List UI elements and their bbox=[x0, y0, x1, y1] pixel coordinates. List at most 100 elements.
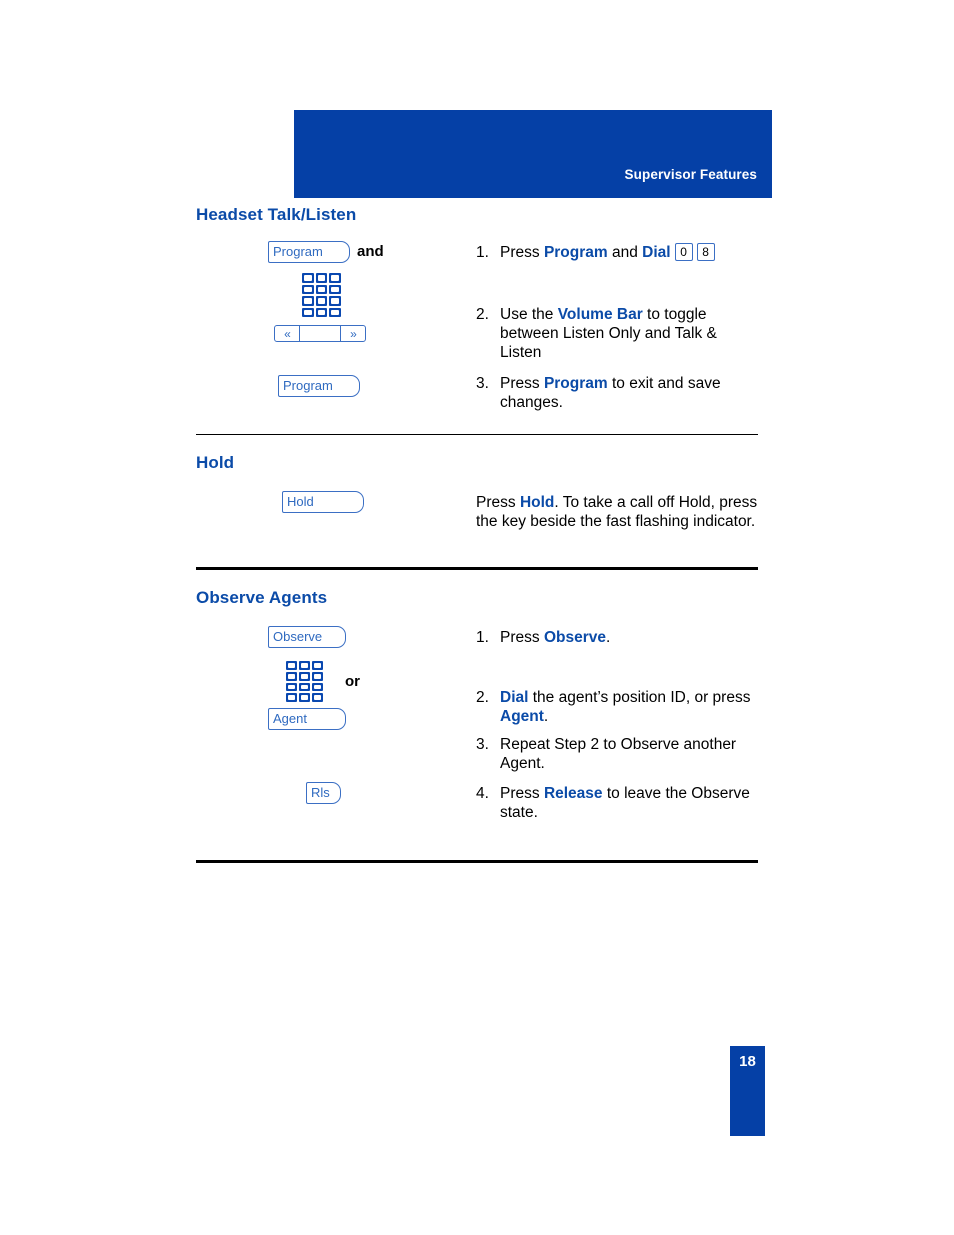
volume-bar-icon[interactable]: « » bbox=[274, 325, 366, 342]
keypad-key bbox=[312, 682, 323, 692]
hold-key[interactable]: Hold bbox=[282, 491, 364, 513]
keypad-key bbox=[329, 296, 341, 306]
section-divider-3 bbox=[196, 860, 758, 863]
step-number: 3. bbox=[476, 375, 489, 392]
step-number: 4. bbox=[476, 785, 489, 802]
keypad-key bbox=[329, 273, 341, 283]
keypad-key bbox=[299, 671, 310, 681]
header-banner: Supervisor Features bbox=[294, 110, 772, 198]
keypad-key bbox=[312, 661, 323, 670]
keypad-key bbox=[299, 693, 310, 702]
keypad-key bbox=[299, 661, 310, 670]
step-text-fragment-bold: Program bbox=[543, 244, 608, 261]
page-number-tab: 18 bbox=[730, 1046, 765, 1136]
step-text-fragment-bold: Agent bbox=[500, 708, 544, 725]
keypad-key bbox=[286, 693, 297, 702]
keypad-key bbox=[302, 273, 314, 283]
keypad-key bbox=[315, 307, 328, 317]
step-text-fragment-bold: Program bbox=[543, 375, 608, 392]
header-title: Supervisor Features bbox=[624, 167, 757, 182]
section-divider-1 bbox=[196, 434, 758, 435]
step-text: Press Observe. bbox=[500, 628, 758, 647]
step-text-fragment: Use the bbox=[500, 306, 558, 323]
step-text: Press Program and Dial 0 8 bbox=[500, 243, 758, 262]
step-text: Use the Volume Bar to toggle between Lis… bbox=[500, 305, 758, 362]
step-text-fragment-bold: Observe bbox=[543, 629, 606, 646]
volume-up-icon[interactable]: » bbox=[340, 326, 365, 341]
section-headset-talk-listen: Headset Talk/Listen Program and « » Prog… bbox=[196, 205, 758, 412]
hold-description: Press Hold. To take a call off Hold, pre… bbox=[476, 493, 758, 531]
volume-bar-track bbox=[300, 326, 340, 341]
step-number: 3. bbox=[476, 736, 489, 753]
section-observe-body: Observe or Agent Rls 1. Press Observe. 2… bbox=[196, 626, 758, 822]
keypad-key bbox=[315, 296, 328, 306]
step-text-fragment-bold: Volume Bar bbox=[557, 306, 643, 323]
keypad-icon[interactable] bbox=[286, 661, 323, 702]
headset-icon-column: Program and « » Program bbox=[196, 241, 476, 397]
step-number: 1. bbox=[476, 629, 489, 646]
keypad-key bbox=[312, 671, 323, 681]
keypad-key bbox=[302, 284, 314, 294]
step-item: 2. Use the Volume Bar to toggle between … bbox=[476, 305, 758, 362]
step-text: Press Program to exit and save changes. bbox=[500, 374, 758, 412]
step-text-fragment: Press bbox=[500, 629, 544, 646]
step-item: 3. Press Program to exit and save change… bbox=[476, 374, 758, 412]
step-number: 1. bbox=[476, 244, 489, 261]
keypad-key bbox=[329, 284, 341, 294]
section-title-hold: Hold bbox=[196, 453, 235, 472]
section-hold-body: Hold Press Hold. To take a call off Hold… bbox=[196, 491, 758, 531]
step-item: 3. Repeat Step 2 to Observe another Agen… bbox=[476, 735, 758, 773]
keypad-icon[interactable] bbox=[302, 273, 341, 317]
digit-key-8[interactable]: 8 bbox=[696, 243, 715, 261]
release-key[interactable]: Rls bbox=[306, 782, 341, 804]
section-observe-agents: Observe Agents Observe or Agent Rls 1. P… bbox=[196, 588, 758, 822]
hold-text-column: Press Hold. To take a call off Hold, pre… bbox=[476, 491, 758, 531]
step-item: 1. Press Observe. bbox=[476, 628, 758, 647]
step-text-fragment: Press bbox=[500, 244, 544, 261]
and-label: and bbox=[357, 243, 384, 261]
step-text-fragment-bold: Dial bbox=[500, 689, 529, 706]
keypad-key bbox=[315, 284, 328, 294]
observe-icon-column: Observe or Agent Rls bbox=[196, 626, 476, 804]
page-content: Headset Talk/Listen Program and « » Prog… bbox=[196, 205, 758, 863]
keypad-key bbox=[312, 693, 323, 702]
or-label: or bbox=[345, 673, 360, 690]
step-text: Press Release to leave the Observe state… bbox=[500, 784, 758, 822]
step-item: 4. Press Release to leave the Observe st… bbox=[476, 784, 758, 822]
step-text: Dial the agent’s position ID, or press A… bbox=[500, 688, 758, 726]
step-item: 2. Dial the agent’s position ID, or pres… bbox=[476, 688, 758, 726]
step-text-fragment: Press bbox=[500, 785, 544, 802]
step-text-fragment: Press bbox=[500, 375, 544, 392]
section-title-headset: Headset Talk/Listen bbox=[196, 205, 357, 224]
hold-icon-column: Hold bbox=[196, 491, 476, 513]
text-fragment-bold: Hold bbox=[519, 494, 555, 511]
keypad-key bbox=[286, 682, 297, 692]
step-text-fragment: . bbox=[605, 629, 611, 646]
headset-steps-column: 1. Press Program and Dial 0 8 2. Use the V… bbox=[476, 241, 758, 412]
observe-steps-column: 1. Press Observe. 2. Dial the agent’s po… bbox=[476, 626, 758, 822]
keypad-key bbox=[286, 661, 297, 670]
section-hold: Hold Hold Press Hold. To take a call off… bbox=[196, 453, 758, 531]
step-number: 2. bbox=[476, 689, 489, 706]
digit-key-0[interactable]: 0 bbox=[674, 243, 693, 261]
page-number: 18 bbox=[739, 1053, 756, 1070]
step-text-fragment: the agent’s position ID, or press bbox=[528, 689, 751, 706]
step-text-fragment: . bbox=[543, 708, 549, 725]
program-key[interactable]: Program bbox=[268, 241, 350, 263]
keypad-key bbox=[329, 307, 341, 317]
program-key-2[interactable]: Program bbox=[278, 375, 360, 397]
section-title-observe: Observe Agents bbox=[196, 588, 328, 607]
keypad-key bbox=[302, 307, 314, 317]
volume-down-icon[interactable]: « bbox=[275, 326, 300, 341]
keypad-key bbox=[299, 682, 310, 692]
keypad-key bbox=[302, 296, 314, 306]
agent-key[interactable]: Agent bbox=[268, 708, 346, 730]
observe-key[interactable]: Observe bbox=[268, 626, 346, 648]
text-fragment: Press bbox=[476, 494, 520, 511]
step-item: 1. Press Program and Dial 0 8 bbox=[476, 243, 758, 262]
step-text: Repeat Step 2 to Observe another Agent. bbox=[500, 736, 737, 772]
step-text-fragment-bold: Dial bbox=[642, 244, 671, 261]
step-text-fragment: and bbox=[607, 244, 643, 261]
keypad-key bbox=[315, 273, 328, 283]
keypad-key bbox=[286, 671, 297, 681]
